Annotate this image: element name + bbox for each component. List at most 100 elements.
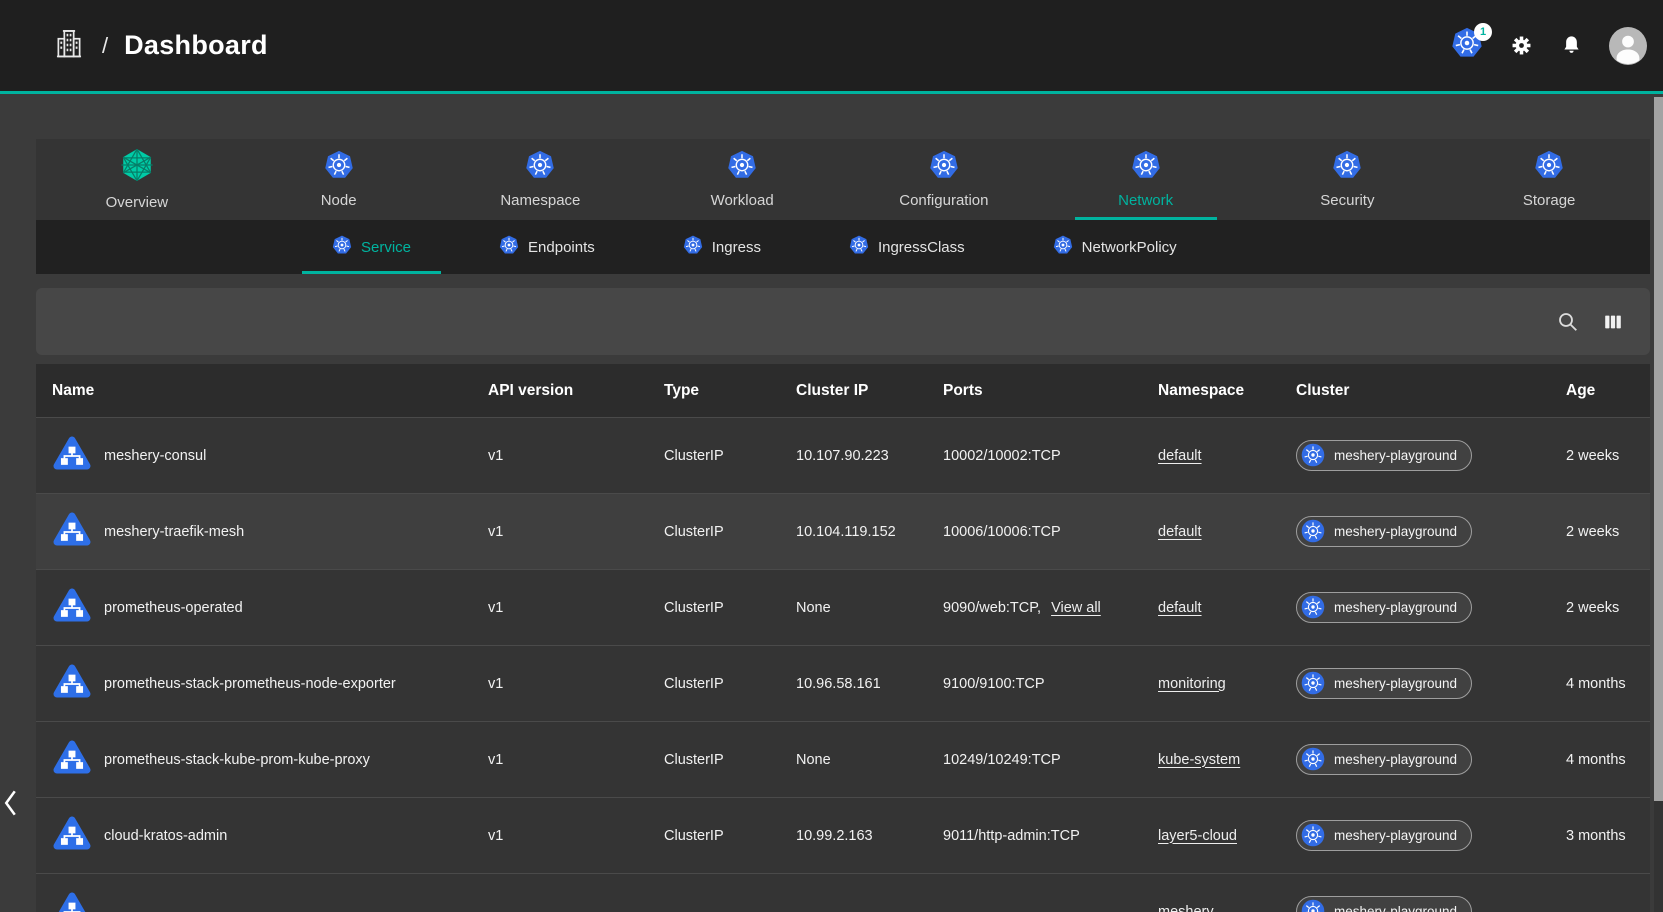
table-row[interactable]: meshery-traefik-meshv1ClusterIP10.104.11… <box>36 493 1650 569</box>
mesh-overview-icon <box>120 148 154 187</box>
subtab-service[interactable]: Service <box>288 220 455 274</box>
cluster-chip[interactable]: meshery-playground <box>1296 440 1472 471</box>
tab-label: Security <box>1320 192 1374 209</box>
tab-node[interactable]: Node <box>238 139 440 220</box>
subtab-ingress[interactable]: Ingress <box>639 220 805 274</box>
kubernetes-icon <box>525 150 555 185</box>
column-header-ports[interactable]: Ports <box>943 382 1158 400</box>
service-icon <box>52 815 92 857</box>
subtab-ingressclass[interactable]: IngressClass <box>805 220 1009 274</box>
service-icon <box>52 435 92 473</box>
cluster-ip-cell: 10.104.119.152 <box>796 524 943 540</box>
cluster-chip-label: meshery-playground <box>1334 600 1457 615</box>
search-icon[interactable] <box>1556 310 1580 334</box>
column-header-type[interactable]: Type <box>664 382 796 400</box>
cluster-chip[interactable]: meshery-playground <box>1296 896 1472 912</box>
network-subtabs: ServiceEndpointsIngress IngressClass Netwo… <box>36 220 1650 274</box>
view-columns-icon[interactable] <box>1602 311 1624 333</box>
main-tabs: Overview Node NamespaceWorkload Configurati… <box>36 139 1650 220</box>
cluster-ip-cell: 10.96.58.161 <box>796 676 943 692</box>
subtab-label: IngressClass <box>878 239 965 256</box>
subtab-endpoints[interactable]: Endpoints <box>455 220 639 274</box>
table-row[interactable]: prometheus-operatedv1ClusterIPNone9090/w… <box>36 569 1650 645</box>
avatar[interactable] <box>1609 27 1647 65</box>
namespace-link[interactable]: kube-system <box>1158 752 1240 768</box>
service-icon <box>52 815 92 853</box>
cluster-chip[interactable]: meshery-playground <box>1296 592 1472 623</box>
tab-storage[interactable]: Storage <box>1448 139 1650 220</box>
tab-label: Network <box>1118 192 1173 209</box>
view-all-ports-link[interactable]: View all <box>1051 600 1101 616</box>
kubernetes-icon <box>1534 150 1564 185</box>
subtab-networkpolicy[interactable]: NetworkPolicy <box>1009 220 1221 274</box>
cluster-chip[interactable]: meshery-playground <box>1296 668 1472 699</box>
ports-cell: 10006/10006:TCP <box>943 524 1158 540</box>
column-header-cluster[interactable]: Cluster <box>1296 382 1566 400</box>
namespace-link[interactable]: default <box>1158 448 1202 464</box>
column-header-cluster-ip[interactable]: Cluster IP <box>796 382 943 400</box>
table-row[interactable]: prometheus-stack-kube-prom-kube-proxyv1C… <box>36 721 1650 797</box>
scrollbar-thumb[interactable] <box>1654 97 1663 801</box>
table-row[interactable]: meshery-consulv1ClusterIP10.107.90.22310… <box>36 417 1650 493</box>
tab-namespace[interactable]: Namespace <box>440 139 642 220</box>
kubernetes-icon <box>1301 595 1325 619</box>
organization-building-icon[interactable] <box>52 25 86 66</box>
tab-network[interactable]: Network <box>1045 139 1247 220</box>
bell-icon[interactable] <box>1560 34 1583 57</box>
type-cell: ClusterIP <box>664 448 796 464</box>
kubernetes-icon <box>1301 899 1325 912</box>
namespace-link[interactable]: default <box>1158 524 1202 540</box>
service-icon <box>52 739 92 777</box>
column-header-name[interactable]: Name <box>36 382 488 400</box>
kubernetes-icon <box>1131 150 1161 180</box>
cluster-chip[interactable]: meshery-playground <box>1296 516 1472 547</box>
api-version-cell: v1 <box>488 676 664 692</box>
table-row[interactable]: meshery meshery-playground <box>36 873 1650 912</box>
service-icon <box>52 739 92 781</box>
kubernetes-icon <box>332 235 352 255</box>
service-icon <box>52 891 92 912</box>
age-cell: 4 months <box>1566 752 1650 768</box>
service-name: prometheus-operated <box>104 600 243 616</box>
api-version-cell: v1 <box>488 448 664 464</box>
service-icon <box>52 587 92 625</box>
column-header-api-version[interactable]: API version <box>488 382 664 400</box>
namespace-link[interactable]: meshery <box>1158 904 1214 912</box>
cluster-ip-cell: 10.107.90.223 <box>796 448 943 464</box>
namespace-link[interactable]: monitoring <box>1158 676 1226 692</box>
tab-label: Configuration <box>899 192 988 209</box>
kubernetes-icon <box>324 150 354 185</box>
service-name-cell <box>36 891 488 912</box>
tab-label: Node <box>321 192 357 209</box>
cluster-chip[interactable]: meshery-playground <box>1296 744 1472 775</box>
gear-icon[interactable] <box>1509 33 1534 58</box>
service-name: meshery-consul <box>104 448 206 464</box>
cluster-ip-cell: None <box>796 600 943 616</box>
ports-text: 10006/10006:TCP <box>943 524 1061 540</box>
breadcrumb-separator: / <box>102 33 108 59</box>
kubernetes-icon <box>1053 235 1073 255</box>
kubernetes-context-button[interactable]: 1 <box>1451 30 1483 62</box>
kubernetes-icon <box>332 235 352 260</box>
namespace-cell: default <box>1158 600 1296 616</box>
tab-overview[interactable]: Overview <box>36 139 238 220</box>
app-header: / Dashboard 1 <box>0 0 1663 94</box>
age-cell: 4 months <box>1566 676 1650 692</box>
kubernetes-icon <box>499 235 519 260</box>
service-icon <box>52 511 92 553</box>
kubernetes-icon <box>525 150 555 180</box>
cluster-chip-label: meshery-playground <box>1334 448 1457 463</box>
table-row[interactable]: prometheus-stack-prometheus-node-exporte… <box>36 645 1650 721</box>
column-header-age[interactable]: Age <box>1566 382 1650 400</box>
tab-workload[interactable]: Workload <box>641 139 843 220</box>
namespace-link[interactable]: layer5-cloud <box>1158 828 1237 844</box>
cluster-chip[interactable]: meshery-playground <box>1296 820 1472 851</box>
drawer-collapse-toggle[interactable] <box>2 788 19 823</box>
column-header-namespace[interactable]: Namespace <box>1158 382 1296 400</box>
tab-configuration[interactable]: Configuration <box>843 139 1045 220</box>
service-name-cell: prometheus-stack-prometheus-node-exporte… <box>36 663 488 705</box>
table-row[interactable]: cloud-kratos-adminv1ClusterIP10.99.2.163… <box>36 797 1650 873</box>
page-scrollbar[interactable] <box>1654 97 1663 912</box>
tab-security[interactable]: Security <box>1247 139 1449 220</box>
namespace-link[interactable]: default <box>1158 600 1202 616</box>
